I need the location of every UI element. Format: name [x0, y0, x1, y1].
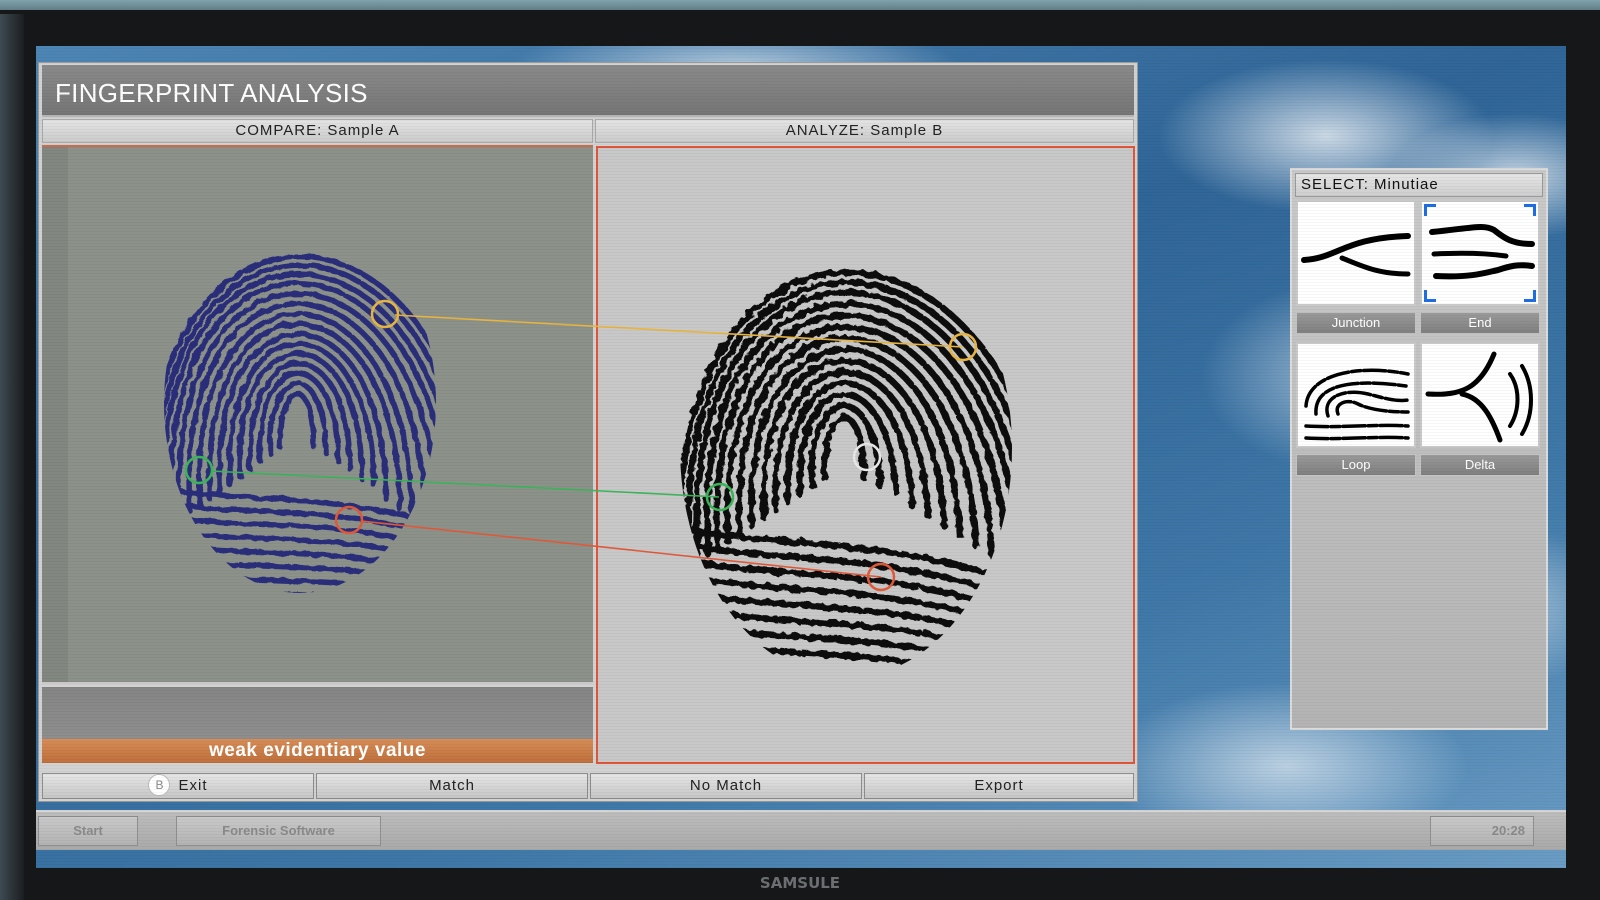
fingerprint-sample-b	[680, 269, 1012, 678]
minutiae-selector-panel: SELECT: Minutiae Junction End Loop Delta	[1290, 168, 1548, 730]
end-icon	[1429, 223, 1535, 280]
minutiae-delta-tile[interactable]	[1420, 342, 1540, 448]
action-button-row: B Exit Match No Match Export	[42, 773, 1134, 799]
evidence-status-bar: weak evidentiary value	[42, 739, 593, 763]
window-title: FINGERPRINT ANALYSIS	[55, 78, 368, 108]
minutiae-end-tile[interactable]	[1420, 200, 1540, 306]
minutiae-junction-tile[interactable]	[1296, 200, 1416, 306]
loop-label[interactable]: Loop	[1296, 454, 1416, 476]
taskbar-app-forensic-software[interactable]: Forensic Software	[176, 816, 381, 846]
export-button[interactable]: Export	[864, 773, 1134, 799]
sample-b-panel[interactable]	[596, 146, 1135, 764]
selection-corner	[1424, 290, 1436, 302]
minutiae-header: SELECT: Minutiae	[1295, 173, 1543, 197]
delta-label[interactable]: Delta	[1420, 454, 1540, 476]
taskbar: Start Forensic Software 20:28	[36, 810, 1566, 850]
b-key-icon: B	[148, 773, 171, 796]
exit-label: Exit	[178, 777, 208, 794]
end-label[interactable]: End	[1420, 312, 1540, 334]
desktop-screen: FINGERPRINT ANALYSIS COMPARE: Sample A A…	[36, 46, 1566, 868]
sample-a-panel	[42, 145, 593, 684]
selection-corner	[1524, 290, 1536, 302]
sample-a-info-bar	[42, 687, 593, 739]
compare-panel-header: COMPARE: Sample A	[42, 119, 593, 143]
selection-corner	[1424, 204, 1436, 216]
fingerprint-analysis-window: FINGERPRINT ANALYSIS COMPARE: Sample A A…	[38, 62, 1138, 802]
exit-button[interactable]: B Exit	[42, 773, 314, 799]
match-button[interactable]: Match	[316, 773, 588, 799]
monitor-side	[0, 14, 24, 900]
delta-icon	[1425, 351, 1533, 443]
monitor-brand: SAMSULE	[759, 874, 841, 892]
start-button[interactable]: Start	[38, 816, 138, 846]
junction-label[interactable]: Junction	[1296, 312, 1416, 334]
junction-icon	[1301, 233, 1411, 277]
minutiae-loop-tile[interactable]	[1296, 342, 1416, 448]
analyze-panel-header: ANALYZE: Sample B	[595, 119, 1134, 143]
window-titlebar: FINGERPRINT ANALYSIS	[42, 65, 1134, 117]
selection-corner	[1524, 204, 1536, 216]
taskbar-clock: 20:28	[1430, 816, 1534, 846]
loop-icon	[1304, 368, 1410, 441]
no-match-button[interactable]: No Match	[590, 773, 862, 799]
fingerprint-sample-a	[164, 254, 436, 593]
